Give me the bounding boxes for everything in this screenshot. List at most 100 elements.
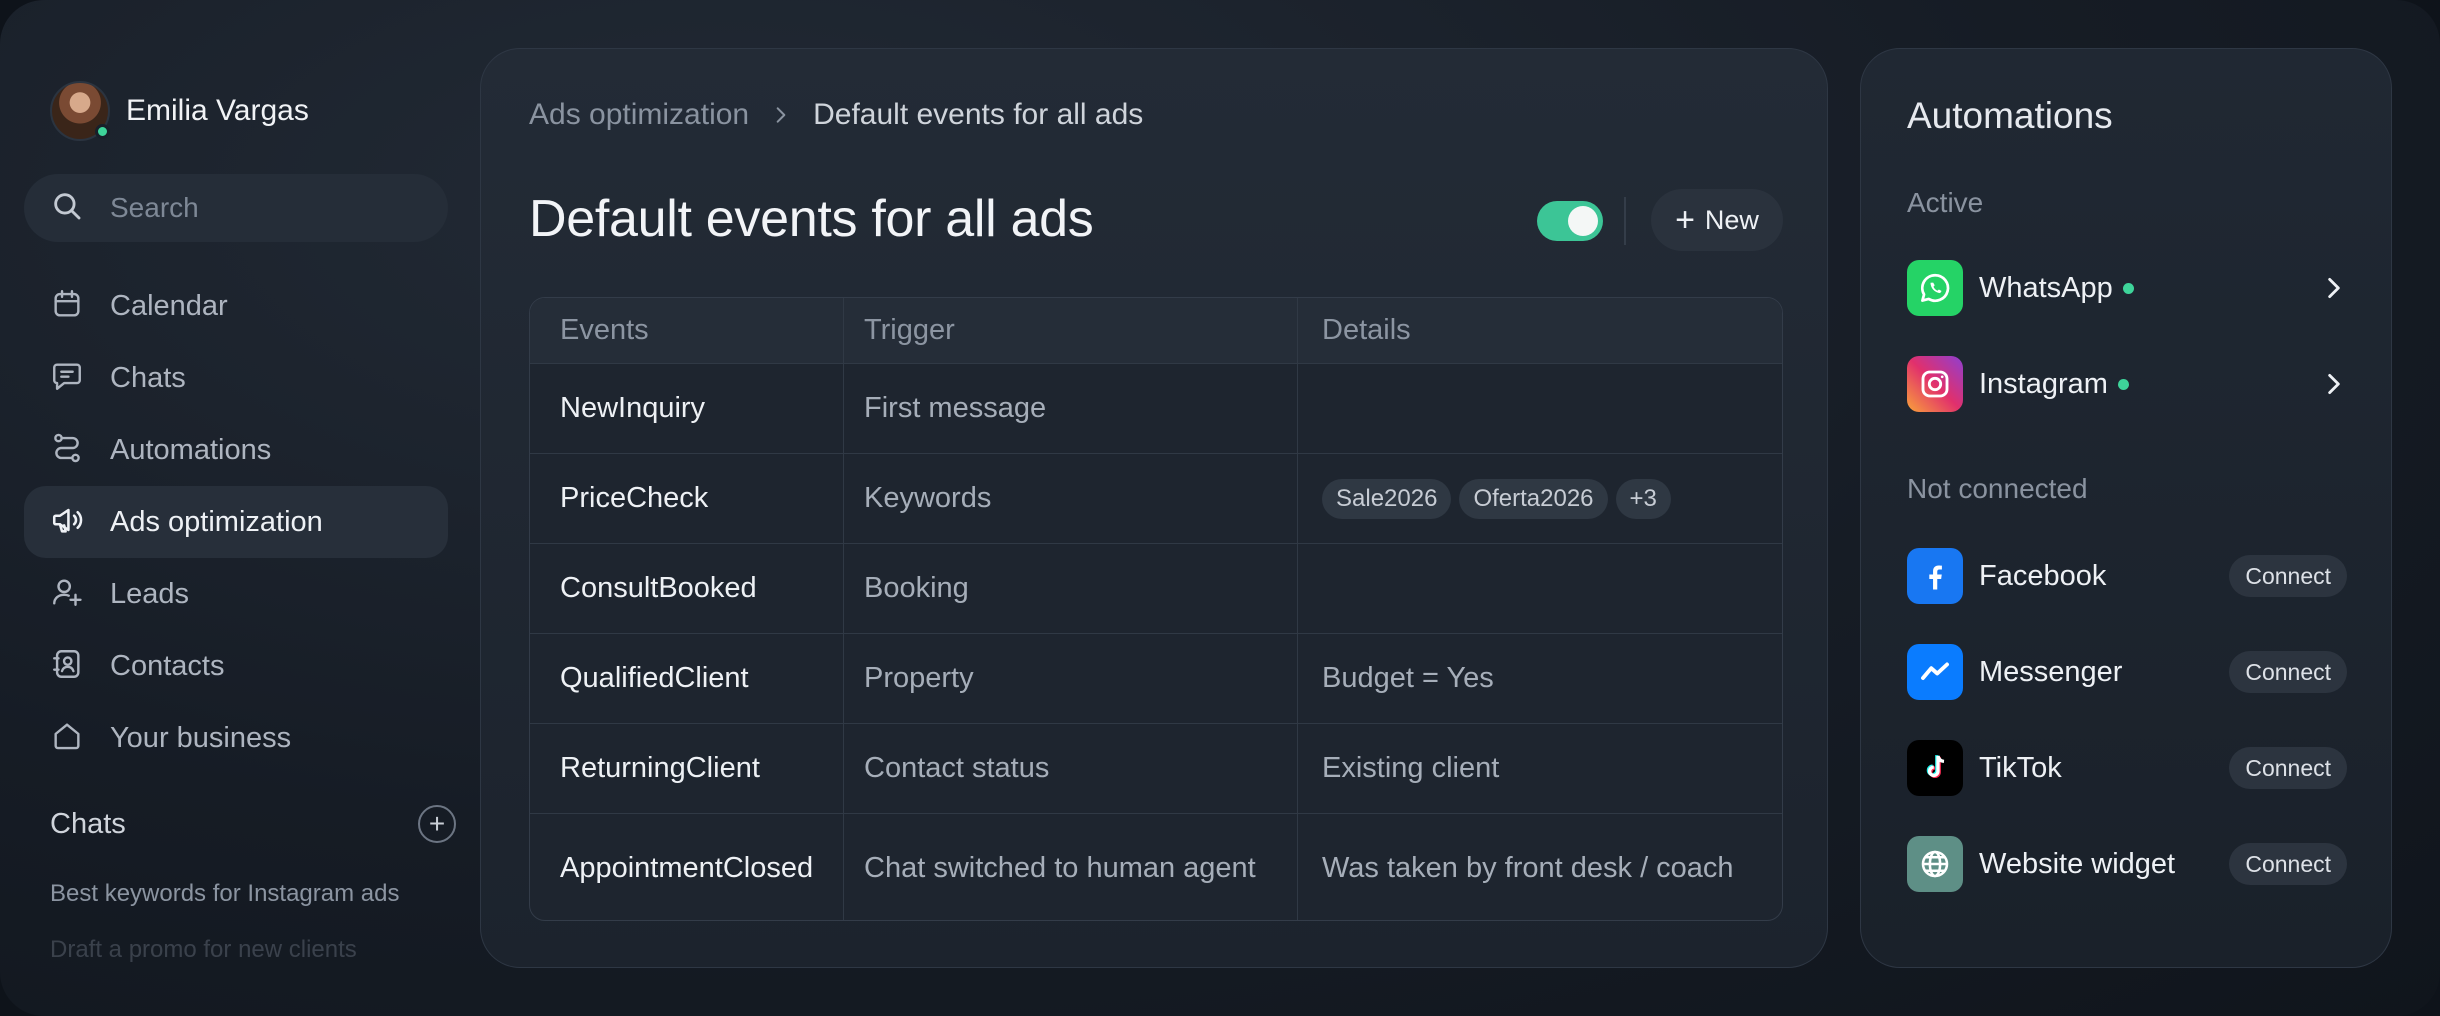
app-window: Emilia Vargas Search Calendar Chats Auto… (0, 0, 2440, 1016)
instagram-icon (1907, 356, 1963, 412)
sidebar-item-label: Leads (110, 577, 190, 610)
integration-name: WhatsApp (1979, 271, 2113, 304)
chats-section-header: Chats + (50, 800, 456, 848)
automations-panel: Automations Active WhatsApp Instagram No… (1860, 48, 2392, 968)
chat-history-item[interactable]: Best keywords for Instagram ads (50, 880, 399, 908)
messenger-icon (1907, 644, 1963, 700)
keyword-tag[interactable]: Oferta2026 (1459, 478, 1608, 519)
event-trigger: Property (864, 662, 974, 694)
table-row[interactable]: ReturningClient Contact status Existing … (530, 724, 1782, 814)
sidebar-item-label: Contacts (110, 649, 225, 682)
megaphone-icon (50, 503, 84, 542)
table-row[interactable]: QualifiedClient Property Budget = Yes (530, 634, 1782, 724)
table-row[interactable]: ConsultBooked Booking (530, 544, 1782, 634)
integration-whatsapp[interactable]: WhatsApp (1907, 259, 2347, 317)
sidebar-item-your-business[interactable]: Your business (24, 702, 448, 774)
user-profile[interactable]: Emilia Vargas (50, 80, 309, 142)
user-name: Emilia Vargas (126, 94, 309, 127)
connect-facebook-button[interactable]: Connect (2229, 555, 2347, 597)
integration-website-widget: Website widget Connect (1907, 835, 2347, 893)
column-header: Details (1322, 314, 1411, 346)
sidebar-item-label: Your business (110, 721, 292, 754)
toggle-knob (1568, 206, 1598, 236)
integration-facebook: Facebook Connect (1907, 547, 2347, 605)
sidebar-item-label: Ads optimization (110, 505, 323, 538)
chevron-right-icon (776, 107, 786, 123)
event-name: QualifiedClient (560, 662, 749, 694)
events-enabled-toggle[interactable] (1537, 201, 1603, 241)
event-details: Existing client (1322, 752, 1500, 784)
event-trigger: Booking (864, 572, 969, 604)
integration-name: Facebook (1979, 559, 2107, 592)
event-trigger: Chat switched to human agent (864, 851, 1256, 884)
connect-website-widget-button[interactable]: Connect (2229, 843, 2347, 885)
chevron-right-icon (2328, 373, 2340, 395)
more-tags-badge[interactable]: +3 (1615, 478, 1671, 519)
sidebar-item-ads-optimization[interactable]: Ads optimization (24, 486, 448, 558)
sidebar: Emilia Vargas Search Calendar Chats Auto… (24, 0, 456, 1016)
event-trigger: Contact status (864, 752, 1050, 784)
facebook-icon (1907, 548, 1963, 604)
table-row[interactable]: PriceCheck Keywords Sale2026 Oferta2026 … (530, 454, 1782, 544)
connected-status-dot (2117, 378, 2129, 390)
event-details: Was taken by front desk / coach (1322, 851, 1734, 884)
home-icon (50, 719, 84, 758)
search-placeholder: Search (110, 192, 199, 223)
integration-messenger: Messenger Connect (1907, 643, 2347, 701)
breadcrumb-link[interactable]: Ads optimization (529, 98, 749, 132)
plus-icon: + (428, 808, 446, 839)
event-name: AppointmentClosed (560, 851, 814, 884)
integration-name: Website widget (1979, 847, 2176, 880)
sidebar-item-label: Automations (110, 433, 272, 466)
column-header: Events (560, 314, 649, 346)
add-chat-button[interactable]: + (418, 805, 456, 843)
not-connected-section-label: Not connected (1907, 473, 2088, 504)
add-user-icon (50, 575, 84, 614)
chat-history-item[interactable]: Draft a promo for new clients (50, 936, 357, 964)
sidebar-item-automations[interactable]: Automations (24, 414, 448, 486)
chevron-right-icon (2328, 277, 2340, 299)
sidebar-item-label: Chats (110, 361, 186, 394)
integration-name: Messenger (1979, 655, 2123, 688)
avatar (50, 81, 110, 141)
event-name: ConsultBooked (560, 572, 757, 604)
table-row[interactable]: AppointmentClosed Chat switched to human… (530, 814, 1782, 920)
breadcrumb-current: Default events for all ads (813, 98, 1144, 131)
page-title: Default events for all ads (529, 190, 1094, 248)
divider (1624, 197, 1626, 245)
sidebar-item-calendar[interactable]: Calendar (24, 270, 448, 342)
online-status-dot (95, 124, 110, 139)
search-icon (50, 189, 84, 228)
chat-icon (50, 359, 84, 398)
sidebar-item-chats[interactable]: Chats (24, 342, 448, 414)
sidebar-item-leads[interactable]: Leads (24, 558, 448, 630)
search-input[interactable]: Search (24, 174, 448, 242)
automation-icon (50, 431, 84, 470)
event-trigger: First message (864, 392, 1047, 424)
connect-tiktok-button[interactable]: Connect (2229, 747, 2347, 789)
active-section-label: Active (1907, 187, 1984, 218)
integration-tiktok: TikTok Connect (1907, 739, 2347, 797)
integration-name: Instagram (1979, 367, 2108, 400)
sidebar-item-label: Calendar (110, 289, 228, 322)
table-header-row: Events Trigger Details (530, 298, 1782, 364)
new-event-button[interactable]: + New (1651, 189, 1783, 251)
event-name: PriceCheck (560, 482, 709, 514)
connect-messenger-button[interactable]: Connect (2229, 651, 2347, 693)
keyword-tag[interactable]: Sale2026 (1322, 478, 1452, 519)
table-row[interactable]: NewInquiry First message (530, 364, 1782, 454)
event-trigger: Keywords (864, 482, 992, 514)
tiktok-icon (1907, 740, 1963, 796)
new-button-label: New (1704, 204, 1759, 235)
event-name: NewInquiry (560, 392, 706, 424)
contacts-icon (50, 647, 84, 686)
integration-name: TikTok (1979, 751, 2062, 784)
sidebar-item-contacts[interactable]: Contacts (24, 630, 448, 702)
events-table: Events Trigger Details NewInquiry First … (529, 297, 1783, 921)
event-name: ReturningClient (560, 752, 760, 784)
main-panel: Ads optimization Default events for all … (480, 48, 1828, 968)
integration-instagram[interactable]: Instagram (1907, 355, 2347, 413)
plus-icon: + (1675, 201, 1695, 239)
calendar-icon (50, 287, 84, 326)
whatsapp-icon (1907, 260, 1963, 316)
